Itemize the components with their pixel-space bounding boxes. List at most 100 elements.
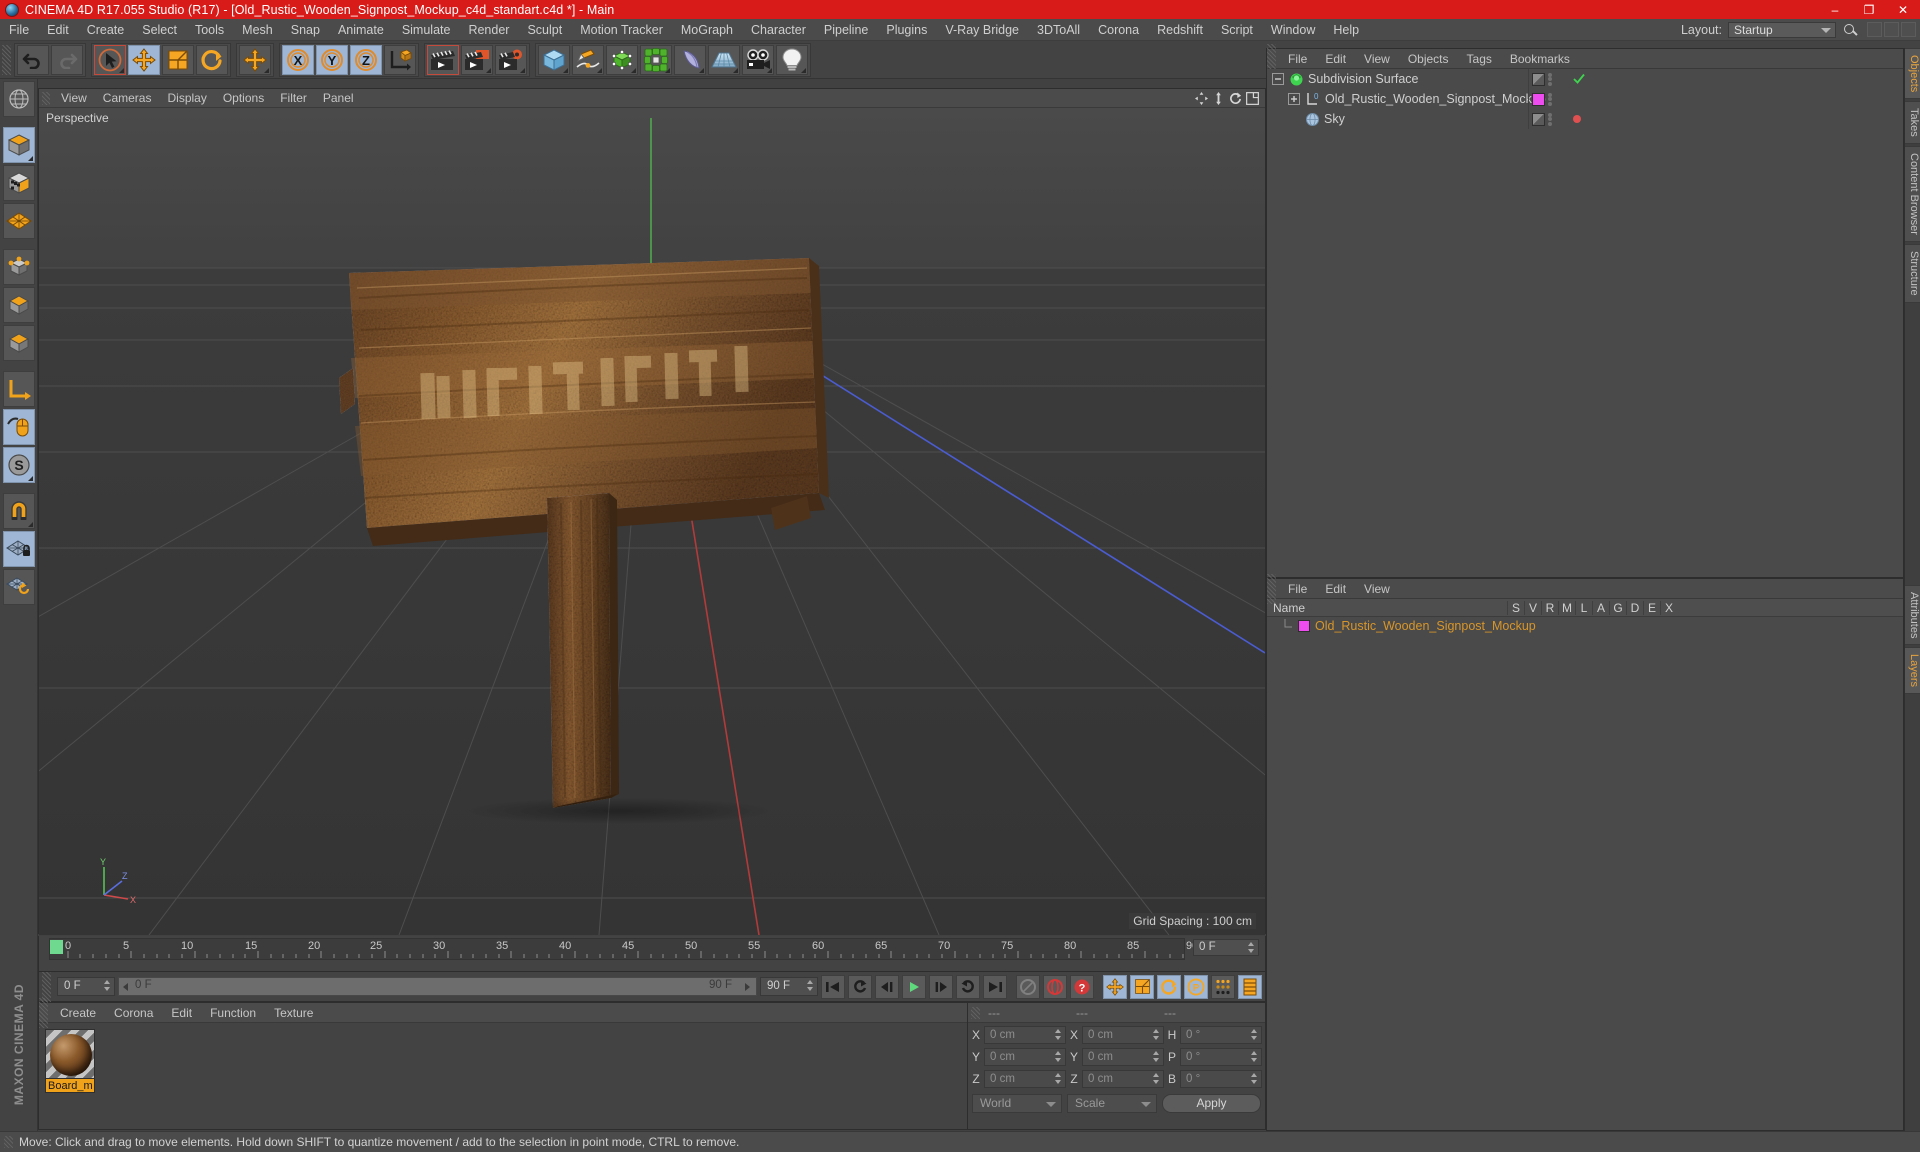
play-button[interactable] (902, 974, 926, 999)
record-active-objects-button[interactable] (1016, 974, 1040, 999)
move-tool-alt[interactable] (239, 44, 271, 75)
lock-y-axis-button[interactable]: Y (316, 44, 348, 75)
workplane-lock-button[interactable] (2, 531, 35, 567)
search-icon[interactable] (1841, 22, 1859, 38)
dot-red-icon[interactable] (1573, 115, 1581, 123)
material-menu-function[interactable]: Function (201, 1003, 265, 1023)
material-menu-texture[interactable]: Texture (265, 1003, 322, 1023)
add-environment-button[interactable] (708, 44, 740, 75)
menu-item-script[interactable]: Script (1212, 19, 1262, 41)
autokeying-button[interactable] (1043, 974, 1067, 999)
record-position-button[interactable] (1103, 974, 1127, 999)
check-green-icon[interactable] (1573, 73, 1585, 85)
spinner-icon[interactable] (104, 980, 111, 991)
render-settings-button[interactable] (495, 44, 527, 75)
coord-input-rot-b[interactable]: 0 ° (1180, 1070, 1262, 1088)
toolbar-grip[interactable] (2, 44, 11, 75)
tab-takes[interactable]: Takes (1905, 101, 1920, 145)
layer-row[interactable]: Old_Rustic_Wooden_Signpost_Mockup X (1267, 617, 1903, 635)
minimize-button[interactable]: – (1818, 0, 1852, 19)
go-to-start-button[interactable] (821, 974, 845, 999)
apply-button[interactable]: Apply (1162, 1094, 1261, 1113)
render-to-picture-viewer-button[interactable] (461, 44, 493, 75)
expander-plus-icon[interactable] (1287, 92, 1301, 106)
keyframe-selection-button[interactable]: ? (1070, 974, 1094, 999)
record-rotation-button[interactable] (1157, 974, 1181, 999)
slider-right-arrow-icon[interactable] (745, 983, 750, 991)
layer-col-d[interactable]: D (1626, 600, 1643, 615)
menu-item-plugins[interactable]: Plugins (877, 19, 936, 41)
panel-minimize-icon[interactable] (1867, 22, 1882, 37)
material-menu-create[interactable]: Create (51, 1003, 105, 1023)
polygon-mode-button[interactable] (2, 325, 35, 361)
menu-item-vray-bridge[interactable]: V-Ray Bridge (936, 19, 1028, 41)
objmgr-menu-view[interactable]: View (1355, 49, 1399, 69)
add-nurbs-button[interactable] (606, 44, 638, 75)
viewport-canvas[interactable]: Perspective Grid Spacing : 100 cm Y X Z (39, 108, 1265, 935)
tab-structure[interactable]: Structure (1905, 243, 1920, 303)
scale-tool[interactable] (162, 44, 194, 75)
viewport-menu-cameras[interactable]: Cameras (95, 89, 160, 108)
world-object-coord-button[interactable] (384, 44, 416, 75)
menu-item-edit[interactable]: Edit (38, 19, 78, 41)
object-tag-cell[interactable] (1529, 69, 1569, 89)
material-menu-edit[interactable]: Edit (162, 1003, 201, 1023)
layermgr-menu-view[interactable]: View (1355, 579, 1399, 599)
menu-item-mograph[interactable]: MoGraph (672, 19, 742, 41)
object-tree[interactable]: Subdivision Surface 0 Old_Rustic_Wooden_… (1267, 69, 1905, 577)
viewport-menu-display[interactable]: Display (159, 89, 214, 108)
signpost-3d-model[interactable] (339, 198, 979, 898)
timeline-frame-field[interactable]: 0 F (1193, 939, 1259, 956)
menu-item-tools[interactable]: Tools (186, 19, 233, 41)
lock-x-axis-button[interactable]: X (282, 44, 314, 75)
layer-col-l[interactable]: L (1575, 600, 1592, 615)
menu-item-simulate[interactable]: Simulate (393, 19, 460, 41)
spinner-icon[interactable] (807, 980, 814, 991)
snap-button[interactable] (2, 493, 35, 529)
object-row-subdivision-surface[interactable]: Subdivision Surface (1267, 69, 1905, 89)
layer-color-swatch[interactable] (1298, 620, 1310, 632)
step-back-button[interactable] (875, 974, 899, 999)
material-tag-icon[interactable] (1532, 92, 1545, 106)
coord-system-dropdown[interactable]: World (972, 1094, 1062, 1113)
add-array-button[interactable] (640, 44, 672, 75)
record-param-button[interactable] (1211, 974, 1235, 999)
menu-item-corona[interactable]: Corona (1089, 19, 1148, 41)
soft-selection-button[interactable]: S (2, 447, 35, 483)
texture-tag-icon[interactable] (1532, 112, 1545, 126)
viewport-menu-filter[interactable]: Filter (272, 89, 315, 108)
redo-button[interactable] (51, 44, 83, 75)
coord-input-pos-y[interactable]: 0 cm (984, 1048, 1066, 1066)
material-name[interactable]: Board_m (45, 1079, 95, 1093)
menu-item-redshift[interactable]: Redshift (1148, 19, 1212, 41)
menu-item-mesh[interactable]: Mesh (233, 19, 282, 41)
range-start-field[interactable]: 0 F (57, 977, 115, 996)
coord-input-size-x[interactable]: 0 cm (1082, 1026, 1164, 1044)
tab-layers[interactable]: Layers (1905, 647, 1920, 695)
material-item[interactable]: Board_m (45, 1029, 95, 1093)
panel-restore-icon[interactable] (1884, 22, 1899, 37)
layer-col-e[interactable]: E (1643, 600, 1660, 615)
menu-item-window[interactable]: Window (1262, 19, 1324, 41)
menu-item-create[interactable]: Create (78, 19, 134, 41)
tab-objects[interactable]: Objects (1905, 48, 1920, 100)
live-selection-tool[interactable] (94, 44, 126, 75)
menu-item-select[interactable]: Select (133, 19, 186, 41)
spinner-icon[interactable] (1248, 942, 1255, 953)
viewport-menu-view[interactable]: View (53, 89, 95, 108)
timeline-ruler[interactable]: 0 5 10 15 20 25 30 35 40 45 50 55 60 65 … (49, 938, 1198, 960)
coord-input-pos-x[interactable]: 0 cm (984, 1026, 1066, 1044)
layer-col-r[interactable]: R (1541, 600, 1558, 615)
layermgr-menu-edit[interactable]: Edit (1316, 579, 1355, 599)
object-tag-cell[interactable] (1529, 109, 1569, 129)
workplane-mode-button[interactable] (2, 203, 35, 239)
move-tool[interactable] (128, 44, 160, 75)
objmgr-menu-tags[interactable]: Tags (1458, 49, 1501, 69)
add-cube-button[interactable] (538, 44, 570, 75)
menu-item-render[interactable]: Render (459, 19, 518, 41)
spinner-icon[interactable] (1153, 1073, 1160, 1084)
close-button[interactable]: ✕ (1886, 0, 1920, 19)
next-key-button[interactable] (956, 974, 980, 999)
objmgr-menu-bookmarks[interactable]: Bookmarks (1501, 49, 1579, 69)
texture-tag-icon[interactable] (1532, 72, 1545, 86)
